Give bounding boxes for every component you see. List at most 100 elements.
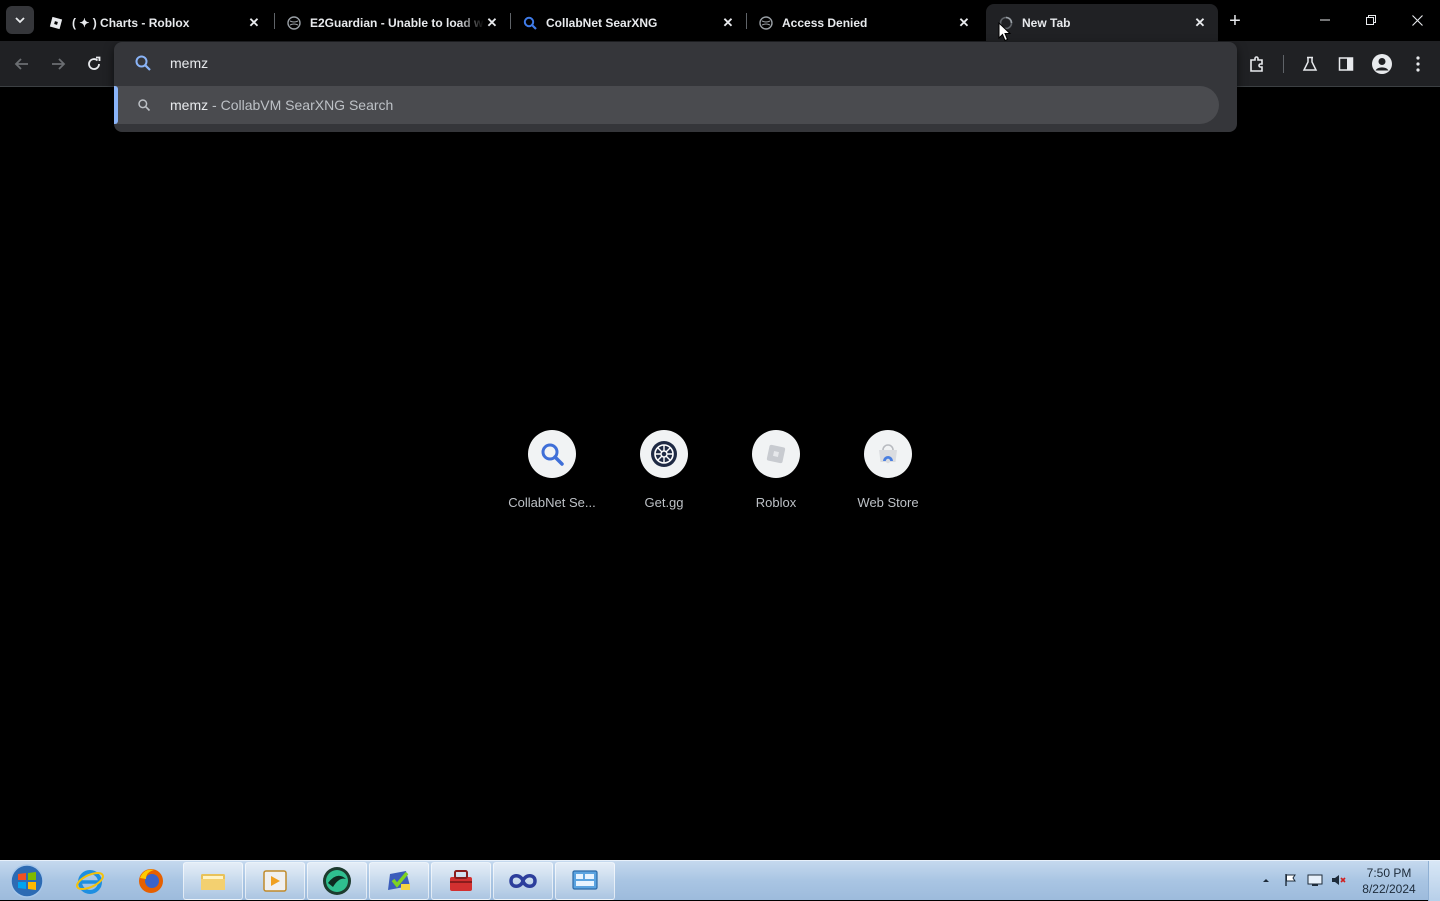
omnibox[interactable] (114, 42, 1237, 84)
close-window-button[interactable] (1394, 0, 1440, 40)
side-panel-icon (1338, 57, 1354, 71)
suggestion-focus-indicator (114, 86, 118, 124)
extensions-button[interactable] (1243, 50, 1271, 78)
puzzle-icon (1250, 56, 1263, 72)
firefox-icon (139, 869, 163, 893)
tab-title: ( ✦ ) Charts - Roblox (72, 15, 190, 30)
checklist-icon (388, 871, 410, 890)
close-icon[interactable]: ✕ (956, 15, 972, 31)
minimize-button[interactable] (1302, 0, 1348, 40)
minimize-icon (1320, 19, 1330, 21)
close-icon[interactable]: ✕ (246, 15, 262, 31)
taskbar-internet-explorer[interactable] (60, 862, 120, 900)
shortcut-getgg[interactable]: Get.gg (608, 430, 720, 520)
tray-action-center[interactable] (1283, 872, 1299, 888)
taskbar-control-panel[interactable] (555, 862, 615, 900)
taskbar-checklist[interactable] (369, 862, 429, 900)
forward-button[interactable] (44, 50, 72, 78)
shortcut-label: CollabNet Se... (508, 495, 596, 510)
taskbar-browser[interactable] (307, 862, 367, 900)
tab-strip: ( ✦ ) Charts - Roblox ✕ E2Guardian - Una… (0, 0, 1440, 41)
address-bar-input[interactable] (170, 52, 1070, 74)
profile-button[interactable] (1368, 50, 1396, 78)
network-icon (1307, 874, 1323, 886)
toolbox-icon (450, 870, 472, 891)
webstore-icon (879, 444, 897, 464)
arrow-left-icon (14, 58, 28, 70)
more-vertical-icon (1416, 56, 1420, 72)
media-player-icon (263, 870, 287, 892)
globe-icon (286, 15, 302, 31)
roblox-icon (766, 444, 786, 464)
suggestion-separator: - (208, 97, 221, 113)
tab-access-denied[interactable]: Access Denied ✕ (746, 4, 982, 41)
arrow-right-icon (52, 58, 66, 70)
labs-button[interactable] (1296, 50, 1324, 78)
restore-button[interactable] (1348, 0, 1394, 40)
taskbar: 7:50 PM 8/22/2024 (0, 860, 1440, 901)
tray-network[interactable] (1307, 872, 1323, 888)
search-icon (135, 55, 151, 71)
shortcut-roblox[interactable]: Roblox (720, 430, 832, 520)
toolbar-divider (1283, 55, 1284, 73)
tray-overflow-button[interactable] (1258, 872, 1274, 888)
tab-title: CollabNet SearXNG (546, 15, 658, 30)
close-icon[interactable]: ✕ (720, 15, 736, 31)
getgg-icon (651, 441, 677, 467)
taskbar-file-explorer[interactable] (183, 862, 243, 900)
shortcut-label: Web Store (857, 495, 919, 510)
mouse-cursor-icon (998, 22, 1012, 42)
taskbar-toolbox[interactable] (431, 862, 491, 900)
start-button[interactable] (5, 862, 49, 900)
avatar-icon (1372, 54, 1392, 74)
browser-icon (323, 867, 351, 895)
shortcut-label: Get.gg (644, 495, 684, 510)
volume-muted-icon (1332, 875, 1346, 885)
close-icon (1411, 14, 1423, 26)
omnibox-suggestion[interactable]: memz - CollabVM SearXNG Search (114, 86, 1219, 124)
chevron-up-icon (1263, 879, 1269, 882)
close-icon[interactable]: ✕ (1192, 15, 1208, 31)
shortcut-label: Roblox (755, 495, 797, 510)
taskbar-media-player[interactable] (245, 862, 305, 900)
shortcut-tile (640, 430, 688, 478)
tab-search-button[interactable] (6, 6, 34, 34)
tray-volume-muted[interactable] (1331, 872, 1347, 888)
tab-collabnet-searxng[interactable]: CollabNet SearXNG ✕ (510, 4, 746, 41)
system-clock[interactable]: 7:50 PM 8/22/2024 (1356, 865, 1422, 897)
tab-title: New Tab (1022, 15, 1071, 30)
internet-explorer-icon (76, 870, 104, 894)
roblox-icon (48, 15, 64, 31)
side-panel-button[interactable] (1332, 50, 1360, 78)
close-icon[interactable]: ✕ (484, 15, 500, 31)
reload-button[interactable] (80, 50, 108, 78)
infinity-icon (509, 874, 537, 888)
search-icon (522, 15, 538, 31)
shortcut-tile (528, 430, 576, 478)
control-panel-icon (572, 870, 598, 890)
menu-button[interactable] (1404, 50, 1432, 78)
flag-icon (1285, 874, 1296, 886)
chevron-down-icon (15, 17, 25, 24)
shortcut-tile (864, 430, 912, 478)
suggestion-description: CollabVM SearXNG Search (220, 97, 394, 113)
tab-new-tab[interactable]: New Tab ✕ (986, 4, 1218, 41)
tab-e2guardian[interactable]: E2Guardian - Unable to load w ✕ (274, 4, 510, 41)
new-tab-button[interactable]: + (1222, 8, 1248, 34)
back-button[interactable] (8, 50, 36, 78)
windows-start-icon (10, 864, 44, 898)
clock-date: 8/22/2024 (1362, 882, 1416, 896)
globe-icon (758, 15, 774, 31)
shortcut-collabnet[interactable]: CollabNet Se... (496, 430, 608, 520)
file-explorer-icon (201, 874, 225, 890)
suggestion-query: memz (170, 97, 209, 113)
taskbar-infinity-app[interactable] (493, 862, 553, 900)
show-desktop-button[interactable] (1428, 861, 1440, 901)
taskbar-firefox[interactable] (121, 862, 181, 900)
tab-roblox-charts[interactable]: ( ✦ ) Charts - Roblox ✕ (36, 4, 272, 41)
shortcut-web-store[interactable]: Web Store (832, 430, 944, 520)
restore-icon (1366, 15, 1376, 25)
search-icon (541, 443, 564, 466)
search-icon (138, 99, 151, 112)
reload-icon (88, 56, 101, 70)
